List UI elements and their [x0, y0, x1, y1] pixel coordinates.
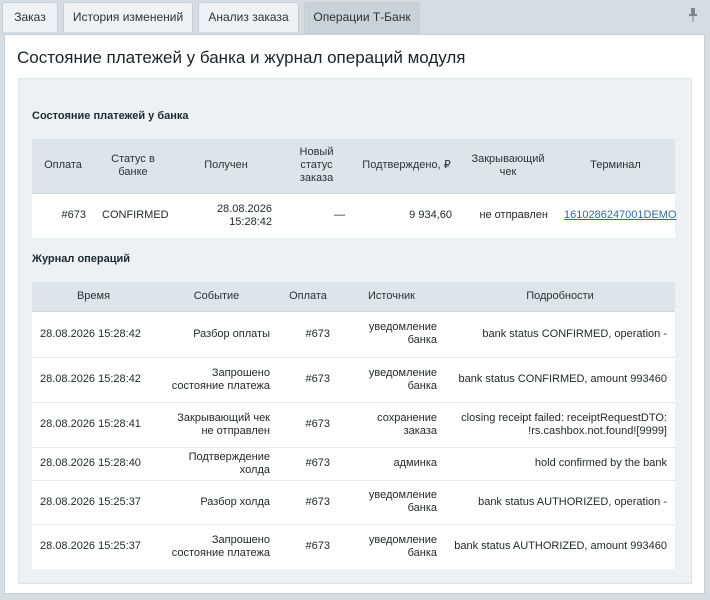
tab-history[interactable]: История изменений: [63, 2, 193, 32]
time-cell: 28.08.2026 15:25:37: [40, 540, 141, 553]
col-header-received: Получен: [172, 139, 280, 194]
col-header-confirmed: Подтверждено, ₽: [353, 139, 460, 194]
time-cell: 28.08.2026 15:25:37: [32, 480, 155, 525]
col-header-bank-status: Статус в банке: [94, 139, 172, 194]
time-cell: 28.08.2026 15:28:41: [32, 402, 155, 448]
details-cell: hold confirmed by the bank: [445, 447, 675, 481]
journal-payment-cell: #673: [305, 540, 330, 553]
source-cell: уведомление банка: [338, 311, 445, 358]
event-cell: Подтверждение холда: [155, 447, 278, 481]
details-cell: bank status CONFIRMED, amount 993460: [445, 357, 675, 403]
closing-receipt-cell: не отправлен: [479, 209, 548, 222]
source-cell: уведомление банка: [338, 357, 445, 403]
confirmed-amount-cell: 9 934,60: [409, 209, 452, 222]
details-cell: bank status AUTHORIZED, operation -: [445, 480, 675, 525]
col-header-details: Подробности: [445, 282, 675, 312]
content-panel: Состояние платежей у банка и журнал опер…: [4, 34, 705, 594]
col-header-closing-receipt: Закрывающий чек: [460, 139, 556, 194]
event-cell: Разбор оплаты: [155, 311, 278, 358]
table-row: 28.08.2026 15:25:37 Запрошено состояние …: [32, 524, 675, 569]
journal-header-row: Время Событие Оплата Источник Подробност…: [32, 282, 675, 312]
bank-status-cell: CONFIRMED: [102, 209, 169, 222]
time-cell: 28.08.2026 15:28:42: [32, 311, 155, 358]
details-cell: bank status AUTHORIZED, amount 993460: [454, 540, 667, 553]
col-header-time: Время: [32, 282, 155, 312]
col-header-new-order-status: Новый статус заказа: [280, 139, 353, 194]
payments-table: Оплата Статус в банке Получен Новый стат…: [32, 139, 677, 238]
received-cell: 28.08.2026 15:28:42: [216, 202, 272, 228]
col-header-event: Событие: [155, 282, 278, 312]
col-header-payment: Оплата: [32, 139, 94, 194]
source-cell: уведомление банка: [368, 533, 437, 559]
terminal-link[interactable]: 1610286247001DEMO: [564, 209, 677, 221]
journal-payment-cell: #673: [278, 357, 338, 403]
tab-bar: Заказ История изменений Анализ заказа Оп…: [0, 0, 710, 34]
page-title: Состояние платежей у банка и журнал опер…: [17, 48, 466, 67]
event-cell: Запрошено состояние платежа: [155, 357, 278, 403]
journal-section-title: Журнал операций: [32, 253, 131, 265]
time-cell: 28.08.2026 15:28:40: [32, 447, 155, 481]
tab-analysis[interactable]: Анализ заказа: [198, 2, 299, 32]
journal-payment-cell: #673: [278, 402, 338, 448]
journal-payment-cell: #673: [278, 447, 338, 481]
source-cell: сохранение заказа: [338, 402, 445, 448]
tab-order[interactable]: Заказ: [2, 2, 58, 32]
payments-header-row: Оплата Статус в банке Получен Новый стат…: [32, 139, 675, 194]
col-header-journal-payment: Оплата: [278, 282, 338, 312]
new-status-cell: —: [334, 209, 345, 222]
table-row: 28.08.2026 15:28:42 Запрошено состояние …: [32, 357, 675, 403]
table-row: 28.08.2026 15:28:40 Подтверждение холда …: [32, 447, 675, 481]
journal-table: Время Событие Оплата Источник Подробност…: [32, 282, 675, 569]
event-cell: Разбор холда: [155, 480, 278, 525]
table-row: #673 CONFIRMED 28.08.2026 15:28:42 — 9 9…: [32, 193, 677, 238]
payments-section-title: Состояние платежей у банка: [32, 110, 189, 122]
journal-payment-cell: #673: [278, 311, 338, 358]
pin-icon[interactable]: [688, 8, 698, 22]
tab-tbank-operations[interactable]: Операции Т-Банк: [304, 2, 420, 34]
details-cell: bank status CONFIRMED, operation -: [445, 311, 675, 358]
table-row: 28.08.2026 15:25:37 Разбор холда #673 ув…: [32, 480, 675, 525]
operations-section: Состояние платежей у банка Оплата Статус…: [18, 78, 692, 584]
source-cell: админка: [338, 447, 445, 481]
table-row: 28.08.2026 15:28:42 Разбор оплаты #673 у…: [32, 311, 675, 358]
time-cell: 28.08.2026 15:28:42: [32, 357, 155, 403]
payment-cell: #673: [61, 209, 86, 222]
col-header-terminal: Терминал: [556, 139, 675, 194]
terminal-cell: 1610286247001DEMO: [556, 193, 677, 238]
details-cell: closing receipt failed: receiptRequestDT…: [445, 402, 675, 448]
table-row: 28.08.2026 15:28:41 Закрывающий чек не о…: [32, 402, 675, 448]
col-header-source: Источник: [338, 282, 445, 312]
journal-payment-cell: #673: [278, 480, 338, 525]
source-cell: уведомление банка: [338, 480, 445, 525]
event-cell: Запрошено состояние платежа: [171, 533, 270, 559]
event-cell: Закрывающий чек не отправлен: [155, 402, 278, 448]
